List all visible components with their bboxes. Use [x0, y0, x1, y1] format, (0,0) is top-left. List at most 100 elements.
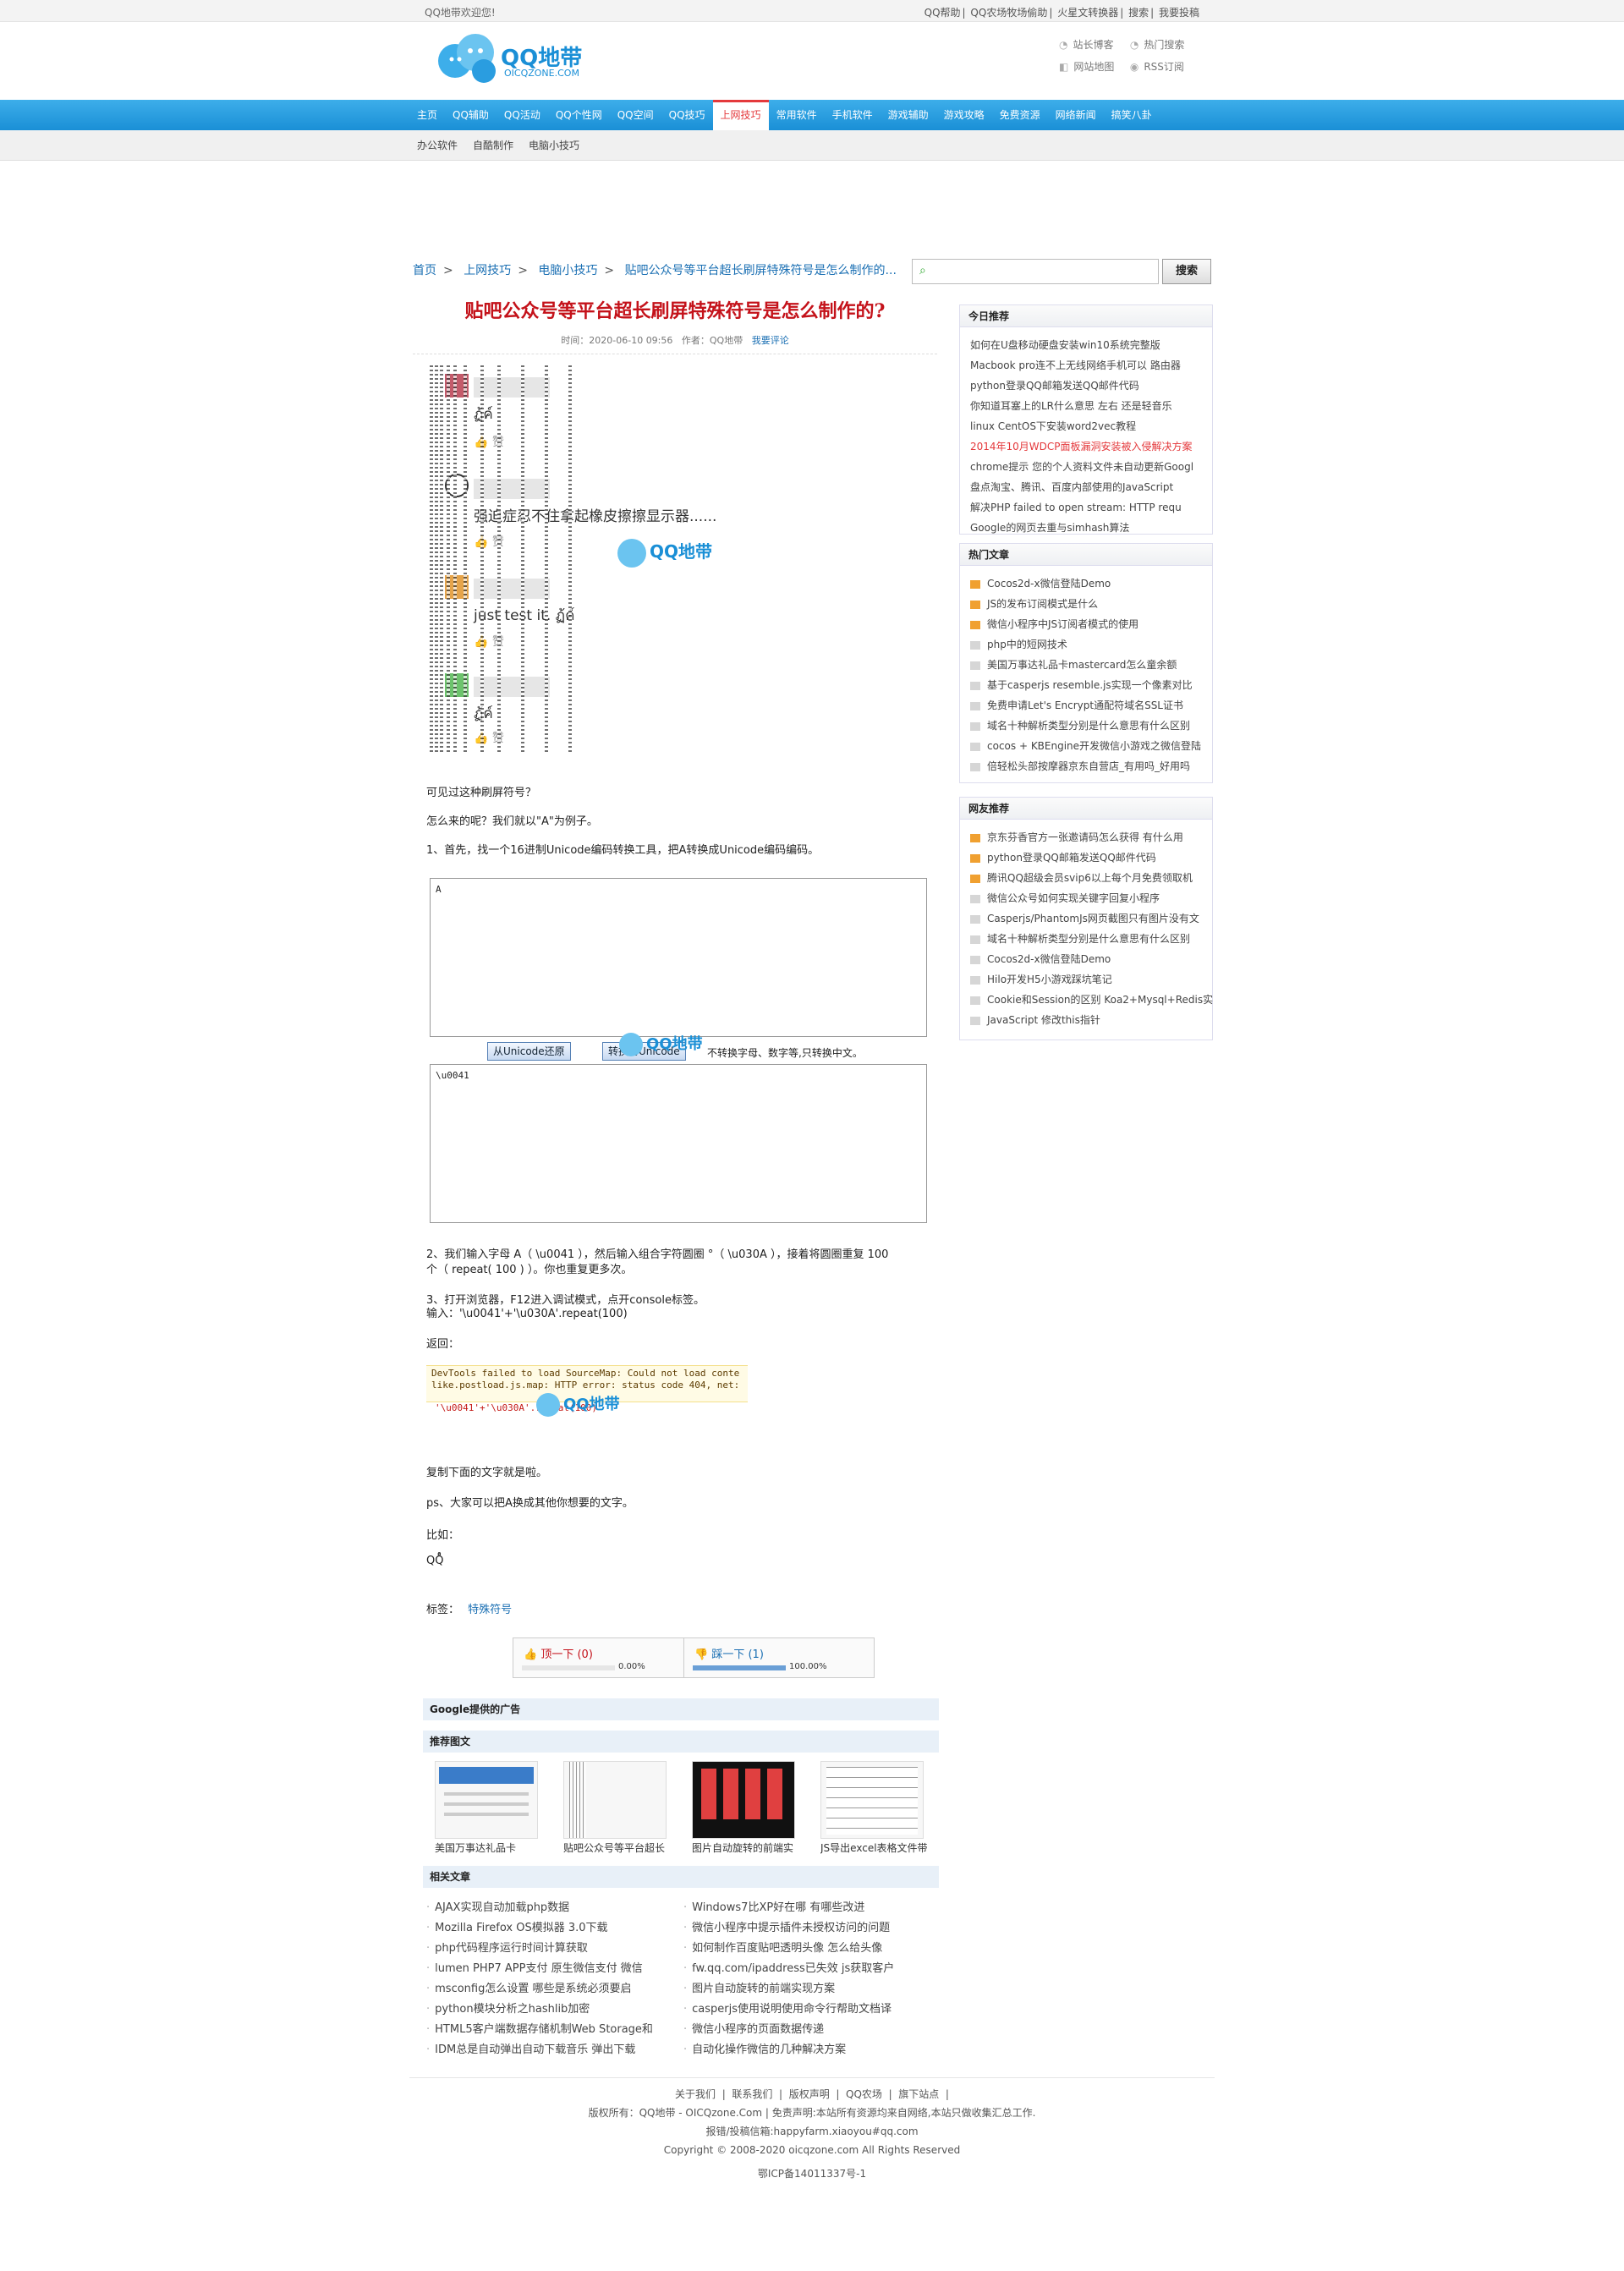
- header-link-hot[interactable]: 热门搜索: [1144, 39, 1184, 51]
- sidebar-link[interactable]: Cocos2d-x微信登陆Demo: [970, 952, 1111, 966]
- sidebar-link[interactable]: 解决PHP failed to open stream: HTTP requ: [970, 500, 1182, 514]
- related-link[interactable]: · 自动化操作微信的几种解决方案: [683, 2040, 846, 2056]
- nav-item[interactable]: 免费资源: [992, 100, 1048, 130]
- nav-item[interactable]: 搞笑八卦: [1104, 100, 1160, 130]
- top-link-help[interactable]: QQ帮助: [924, 7, 961, 19]
- nav-item[interactable]: QQ个性网: [548, 100, 610, 130]
- nav-item[interactable]: 上网技巧: [712, 100, 769, 130]
- rec-caption[interactable]: JS导出excel表格文件带: [820, 1840, 929, 1855]
- top-link-submit[interactable]: 我要投稿: [1159, 7, 1199, 19]
- footer-link-farm[interactable]: QQ农场: [846, 2088, 882, 2100]
- sidebar-link[interactable]: JS的发布订阅模式是什么: [970, 596, 1098, 611]
- sidebar-link[interactable]: 2014年10月WDCP面板漏洞安装被入侵解决方案: [970, 439, 1193, 453]
- rec-thumb[interactable]: [820, 1761, 924, 1839]
- sidebar-link[interactable]: 你知道耳塞上的LR什么意思 左右 还是轻音乐: [970, 398, 1172, 413]
- search-button[interactable]: 搜索: [1162, 259, 1211, 284]
- nav-item[interactable]: 游戏辅助: [881, 100, 936, 130]
- unicode-restore-button[interactable]: 从Unicode还原: [487, 1042, 571, 1061]
- rec-caption[interactable]: 美国万事达礼品卡: [435, 1840, 543, 1855]
- sidebar-link[interactable]: JavaScript 修改this指针: [970, 1012, 1100, 1027]
- top-link-mars[interactable]: 火星文转换器: [1057, 7, 1118, 19]
- top-link-farm[interactable]: QQ农场牧场偷助: [970, 7, 1047, 19]
- rec-thumb[interactable]: [435, 1761, 538, 1839]
- sidebar-link[interactable]: python登录QQ邮箱发送QQ邮件代码: [970, 850, 1156, 864]
- sidebar-link[interactable]: 如何在U盘移动硬盘安装win10系统完整版: [970, 337, 1160, 352]
- header-link-blog[interactable]: 站长博客: [1073, 39, 1113, 51]
- related-link[interactable]: · 微信小程序中提示插件未授权访问的问题: [683, 1918, 890, 1934]
- sidebar-link[interactable]: php中的短网技术: [970, 637, 1067, 651]
- unicode-output-textarea[interactable]: \u0041: [430, 1064, 927, 1223]
- rec-caption[interactable]: 图片自动旋转的前端实: [692, 1840, 800, 1855]
- sidebar-link[interactable]: 微信小程序中JS订阅者模式的使用: [970, 617, 1138, 631]
- related-link[interactable]: · casperjs使用说明使用命令行帮助文档译: [683, 1999, 892, 2016]
- sidebar-link[interactable]: 倍轻松头部按摩器京东自营店_有用吗_好用吗: [970, 759, 1190, 773]
- site-logo[interactable]: QQ地带 OICQZONE.COM: [436, 30, 589, 86]
- nav-item[interactable]: 游戏攻略: [936, 100, 992, 130]
- breadcrumb-current[interactable]: 贴吧公众号等平台超长刷屏特殊符号是怎么制作的...: [625, 264, 897, 277]
- sidebar-link[interactable]: Macbook pro连不上无线网络手机可以 路由器: [970, 358, 1181, 372]
- sidebar-link[interactable]: 域名十种解析类型分别是什么意思有什么区别: [970, 931, 1190, 946]
- related-link[interactable]: · IDM总是自动弹出自动下载音乐 弹出下载: [426, 2040, 635, 2056]
- sidebar-link[interactable]: 盘点淘宝、腾讯、百度内部使用的JavaScript: [970, 480, 1173, 494]
- header-link-sitemap[interactable]: 网站地图: [1073, 61, 1114, 73]
- nav-item[interactable]: 网络新闻: [1048, 100, 1104, 130]
- related-link[interactable]: · 微信小程序的页面数据传递: [683, 2020, 824, 2036]
- related-link[interactable]: · AJAX实现自动加载php数据: [426, 1898, 569, 1914]
- sidebar-link[interactable]: 腾讯QQ超级会员svip6以上每个月免费领取机: [970, 870, 1193, 885]
- sidebar-link[interactable]: Hilo开发H5小游戏踩坑笔记: [970, 972, 1112, 986]
- sidebar-link[interactable]: 基于casperjs resemble.js实现一个像素对比: [970, 677, 1193, 692]
- sidebar-link[interactable]: 免费申请Let's Encrypt通配符域名SSL证书: [970, 698, 1183, 712]
- subnav-item[interactable]: 办公软件: [409, 130, 465, 161]
- footer-icp: 鄂ICP备14011337号-1: [757, 2168, 867, 2180]
- sidebar-link[interactable]: 京东芬香官方一张邀请码怎么获得 有什么用: [970, 830, 1183, 844]
- sidebar-link[interactable]: chrome提示 您的个人资料文件未自动更新Googl: [970, 459, 1193, 474]
- rec-thumb[interactable]: [692, 1761, 795, 1839]
- unicode-input-textarea[interactable]: A: [430, 878, 927, 1037]
- sidebar-link[interactable]: Casperjs/PhantomJs网页截图只有图片没有文: [970, 911, 1199, 925]
- nav-item[interactable]: 常用软件: [769, 100, 825, 130]
- rec-caption[interactable]: 贴吧公众号等平台超长: [563, 1840, 672, 1855]
- subnav-item[interactable]: 电脑小技巧: [521, 130, 587, 161]
- sidebar-link[interactable]: linux CentOS下安装word2vec教程: [970, 419, 1136, 433]
- related-link[interactable]: · lumen PHP7 APP支付 原生微信支付 微信: [426, 1959, 643, 1975]
- related-link[interactable]: · Mozilla Firefox OS模拟器 3.0下载: [426, 1918, 608, 1934]
- tag-link[interactable]: 特殊符号: [468, 1604, 512, 1616]
- nav-item[interactable]: QQ辅助: [445, 100, 497, 130]
- sidebar-link[interactable]: Cocos2d-x微信登陆Demo: [970, 576, 1111, 590]
- footer-link-about[interactable]: 关于我们: [675, 2088, 716, 2100]
- sidebar-link[interactable]: 微信公众号如何实现关键字回复小程序: [970, 891, 1160, 905]
- nav-item[interactable]: QQ空间: [610, 100, 661, 130]
- nav-item[interactable]: QQ活动: [497, 100, 548, 130]
- related-link[interactable]: · php代码程序运行时间计算获取: [426, 1939, 588, 1955]
- related-link[interactable]: · Windows7比XP好在哪 有哪些改进: [683, 1898, 864, 1914]
- sidebar-link[interactable]: 美国万事达礼品卡mastercard怎么童余额: [970, 657, 1177, 672]
- related-link[interactable]: · fw.qq.com/ipaddress已失效 js获取客户: [683, 1959, 894, 1975]
- header-link-rss[interactable]: RSS订阅: [1144, 61, 1184, 73]
- footer-link-contact[interactable]: 联系我们: [732, 2088, 772, 2100]
- vote-down-box[interactable]: 👎 踩一下 (1) 100.00%: [683, 1637, 875, 1678]
- nav-item[interactable]: 主页: [409, 100, 445, 130]
- search-input[interactable]: ⌕: [912, 259, 1159, 284]
- sidebar-link[interactable]: 域名十种解析类型分别是什么意思有什么区别: [970, 718, 1190, 732]
- sidebar-link[interactable]: Google的网页去重与simhash算法: [970, 520, 1129, 535]
- related-link[interactable]: · 如何制作百度贴吧透明头像 怎么给头像: [683, 1939, 882, 1955]
- footer-link-copyright[interactable]: 版权声明: [789, 2088, 830, 2100]
- related-link[interactable]: · HTML5客户端数据存储机制Web Storage和: [426, 2020, 653, 2036]
- breadcrumb-category[interactable]: 上网技巧: [464, 264, 511, 277]
- rec-thumb[interactable]: [563, 1761, 667, 1839]
- top-link-search[interactable]: 搜索: [1128, 7, 1149, 19]
- sidebar-link[interactable]: python登录QQ邮箱发送QQ邮件代码: [970, 378, 1139, 392]
- subnav-item[interactable]: 自酷制作: [465, 130, 521, 161]
- breadcrumb-home[interactable]: 首页: [413, 264, 436, 277]
- related-link[interactable]: · 图片自动旋转的前端实现方案: [683, 1979, 835, 1995]
- sidebar-link[interactable]: cocos + KBEngine开发微信小游戏之微信登陆: [970, 738, 1201, 753]
- footer-link-sites[interactable]: 旗下站点: [898, 2088, 939, 2100]
- nav-item[interactable]: QQ技巧: [661, 100, 713, 130]
- related-link[interactable]: · python模块分析之hashlib加密: [426, 1999, 590, 2016]
- vote-up-box[interactable]: 👍 顶一下 (0) 0.00%: [513, 1637, 704, 1678]
- breadcrumb-subcategory[interactable]: 电脑小技巧: [538, 264, 597, 277]
- related-link[interactable]: · msconfig怎么设置 哪些是系统必须要启: [426, 1979, 632, 1995]
- nav-item[interactable]: 手机软件: [825, 100, 881, 130]
- comment-link[interactable]: 我要评论: [752, 335, 789, 346]
- sidebar-link[interactable]: Cookie和Session的区别 Koa2+Mysql+Redis实: [970, 992, 1213, 1007]
